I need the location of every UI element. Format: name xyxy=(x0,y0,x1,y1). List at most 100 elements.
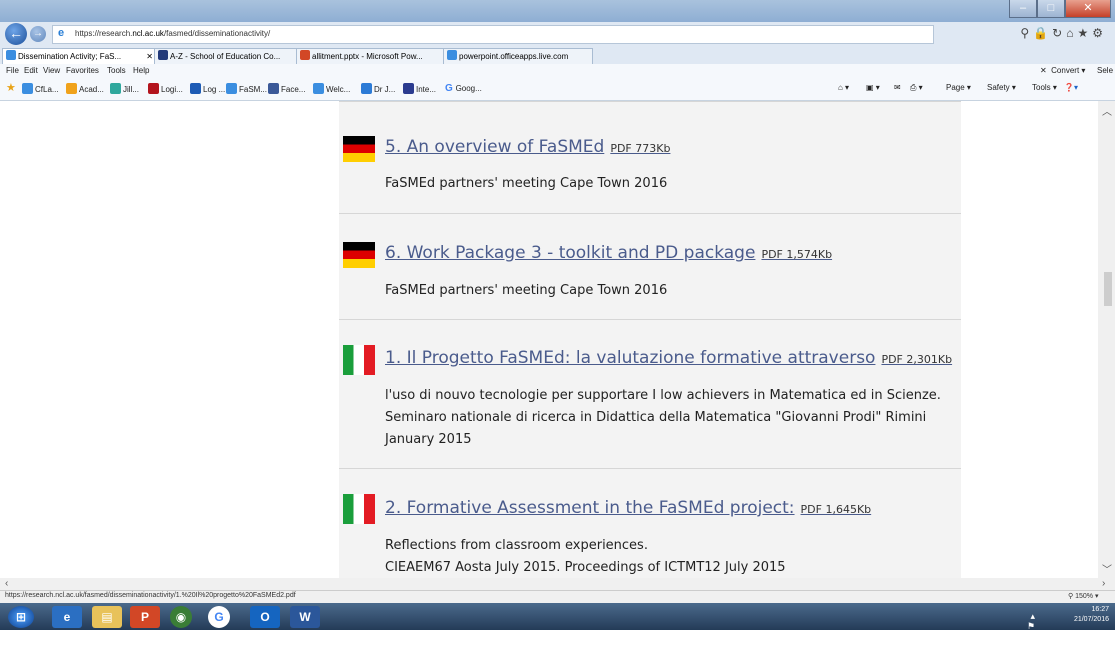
germany-flag-icon xyxy=(343,136,375,162)
start-button[interactable]: ⊞ xyxy=(8,606,34,628)
magnifier-icon: ⚲ xyxy=(1068,593,1074,600)
favorites-star-icon[interactable]: ★ xyxy=(6,81,16,94)
document-link-work-package-3[interactable]: 6. Work Package 3 - toolkit and PD packa… xyxy=(385,243,832,263)
document-link-formative-assessment[interactable]: 2. Formative Assessment in the FaSMEd pr… xyxy=(385,498,871,518)
internet-explorer-icon[interactable]: e xyxy=(52,606,82,628)
chrome-icon[interactable]: ◉ xyxy=(170,606,192,628)
menu-tools[interactable]: Tools xyxy=(107,66,126,75)
vertical-scrollbar[interactable]: ︿ ﹀ xyxy=(1098,101,1115,578)
powerpoint-icon[interactable]: P xyxy=(130,606,160,628)
document-description: l'uso di nouvo tecnologie per supportare… xyxy=(385,388,941,447)
scroll-up-icon[interactable]: ︿ xyxy=(1102,103,1112,118)
mail-icon[interactable]: ✉ xyxy=(894,83,901,92)
word-icon[interactable]: W xyxy=(290,606,320,628)
outlook-icon[interactable]: O xyxy=(250,606,280,628)
pdf-size: PDF 1,645Kb xyxy=(800,503,872,516)
italy-flag-icon xyxy=(343,494,375,524)
help-icon[interactable]: ❓▾ xyxy=(1064,83,1078,92)
favorite-item[interactable]: Face... xyxy=(268,83,305,94)
window-title-bar xyxy=(0,0,1115,22)
address-text[interactable]: https://research.ncl.ac.uk/fasmed/dissem… xyxy=(75,29,270,38)
ie-icon xyxy=(447,50,457,60)
address-tools: ⚲🔒↻⌂★⚙ xyxy=(1020,26,1107,40)
menu-file[interactable]: File xyxy=(6,66,19,75)
favorite-item[interactable]: G Goog... xyxy=(445,83,482,94)
tab-school-of-education[interactable]: A-Z - School of Education Co... xyxy=(154,48,299,65)
researchgate-icon xyxy=(110,83,121,94)
flag-icon xyxy=(190,83,201,94)
forward-button[interactable]: → xyxy=(30,26,46,42)
menu-favorites[interactable]: Favorites xyxy=(66,66,99,75)
tab-officeapps[interactable]: powerpoint.officeapps.live.com xyxy=(443,48,593,65)
page-content: 5. An overview of FaSMEd PDF 773Kb FaSMEd… xyxy=(0,101,1098,578)
refresh-icon[interactable]: ↻ xyxy=(1052,26,1066,40)
print-icon[interactable]: ⎙ ▾ xyxy=(910,83,923,93)
home-icon[interactable]: ⌂ xyxy=(1066,26,1077,40)
address-row: ← → e https://research.ncl.ac.uk/fasmed/… xyxy=(0,22,1115,46)
close-button[interactable]: ✕ xyxy=(1065,0,1111,18)
ie-icon xyxy=(226,83,237,94)
clock-date[interactable]: 21/07/2016 xyxy=(1074,615,1109,625)
menu-view[interactable]: View xyxy=(43,66,60,75)
favorite-item[interactable]: Acad... xyxy=(66,83,104,94)
horizontal-scrollbar[interactable]: ‹ › xyxy=(0,578,1115,590)
safety-menu[interactable]: Safety ▾ xyxy=(987,83,1016,92)
vertical-scroll-thumb[interactable] xyxy=(1104,272,1112,306)
divider xyxy=(339,213,961,214)
close-icon[interactable]: ✕ xyxy=(1040,66,1051,75)
tray-icons[interactable]: ▴ ⚑ ◂) ▦ xyxy=(1027,611,1036,651)
pdf-size: PDF 2,301Kb xyxy=(881,353,953,366)
file-explorer-icon[interactable]: ▤ xyxy=(92,606,122,628)
scroll-down-icon[interactable]: ﹀ xyxy=(1102,561,1112,576)
content-column: 5. An overview of FaSMEd PDF 773Kb FaSMEd… xyxy=(339,101,961,578)
lock-icon[interactable]: 🔒 xyxy=(1033,26,1052,40)
minimize-button[interactable]: – xyxy=(1009,0,1037,18)
close-tab-icon[interactable]: ✕ xyxy=(146,49,153,64)
convert-button[interactable]: ✕ Convert ▾ xyxy=(1040,66,1085,75)
favorite-item[interactable]: Dr J... xyxy=(361,83,395,94)
back-button[interactable]: ← xyxy=(5,23,27,45)
login-icon xyxy=(148,83,159,94)
tab-label: Dissemination Activity; FaS... xyxy=(18,52,122,61)
select-button[interactable]: Sele xyxy=(1097,66,1113,75)
tab-label: powerpoint.officeapps.live.com xyxy=(459,52,569,61)
google-icon[interactable]: G xyxy=(208,606,230,628)
tools-menu[interactable]: Tools ▾ xyxy=(1032,83,1057,92)
menu-help[interactable]: Help xyxy=(133,66,149,75)
home-icon[interactable]: ⌂ ▾ xyxy=(838,83,849,92)
menu-bar: File Edit View Favorites Tools Help ✕ Co… xyxy=(0,64,1115,79)
favorites-star-icon[interactable]: ★ xyxy=(1077,26,1092,40)
divider xyxy=(339,468,961,469)
address-bar[interactable]: e https://research.ncl.ac.uk/fasmed/diss… xyxy=(52,25,934,44)
pdf-size: PDF 773Kb xyxy=(610,142,671,155)
menu-edit[interactable]: Edit xyxy=(24,66,38,75)
zoom-level[interactable]: ⚲ 150% ▾ xyxy=(1068,592,1098,600)
pdf-size: PDF 1,574Kb xyxy=(761,248,833,261)
favorite-item[interactable]: Log ... xyxy=(190,83,225,94)
favorite-item[interactable]: Welc... xyxy=(313,83,350,94)
favorite-item[interactable]: Logi... xyxy=(148,83,183,94)
search-icon[interactable]: ⚲ xyxy=(1020,26,1033,40)
maximize-button[interactable]: □ xyxy=(1037,0,1065,18)
scroll-right-icon[interactable]: › xyxy=(1102,578,1105,589)
clock-time[interactable]: 16:27 xyxy=(1074,605,1109,615)
divider xyxy=(339,101,961,102)
favorite-item[interactable]: FaSM... xyxy=(226,83,267,94)
ie-page-icon: e xyxy=(58,27,65,39)
scroll-left-icon[interactable]: ‹ xyxy=(5,578,8,589)
page-menu[interactable]: Page ▾ xyxy=(946,83,971,92)
window-controls: – □ ✕ xyxy=(1009,0,1111,18)
status-bar: https://research.ncl.ac.uk/fasmed/dissem… xyxy=(0,590,1115,604)
feeds-icon[interactable]: ▣ ▾ xyxy=(866,83,880,92)
system-tray: ▴ ⚑ ◂) ▦ 16:27 21/07/2016 xyxy=(1027,605,1110,651)
divider xyxy=(339,319,961,320)
document-description: FaSMEd partners' meeting Cape Town 2016 xyxy=(385,283,668,298)
gear-icon[interactable]: ⚙ xyxy=(1092,26,1107,40)
document-link-il-progetto[interactable]: 1. Il Progetto FaSMEd: la valutazione fo… xyxy=(385,348,952,368)
favorite-item[interactable]: Inte... xyxy=(403,83,436,94)
tab-dissemination[interactable]: Dissemination Activity; FaS... ✕ xyxy=(2,48,157,65)
favorite-item[interactable]: CfLa... xyxy=(22,83,59,94)
document-link-overview[interactable]: 5. An overview of FaSMEd PDF 773Kb xyxy=(385,137,670,157)
tab-powerpoint[interactable]: allitment.pptx - Microsoft Pow... xyxy=(296,48,446,65)
favorite-item[interactable]: Jill... xyxy=(110,83,139,94)
